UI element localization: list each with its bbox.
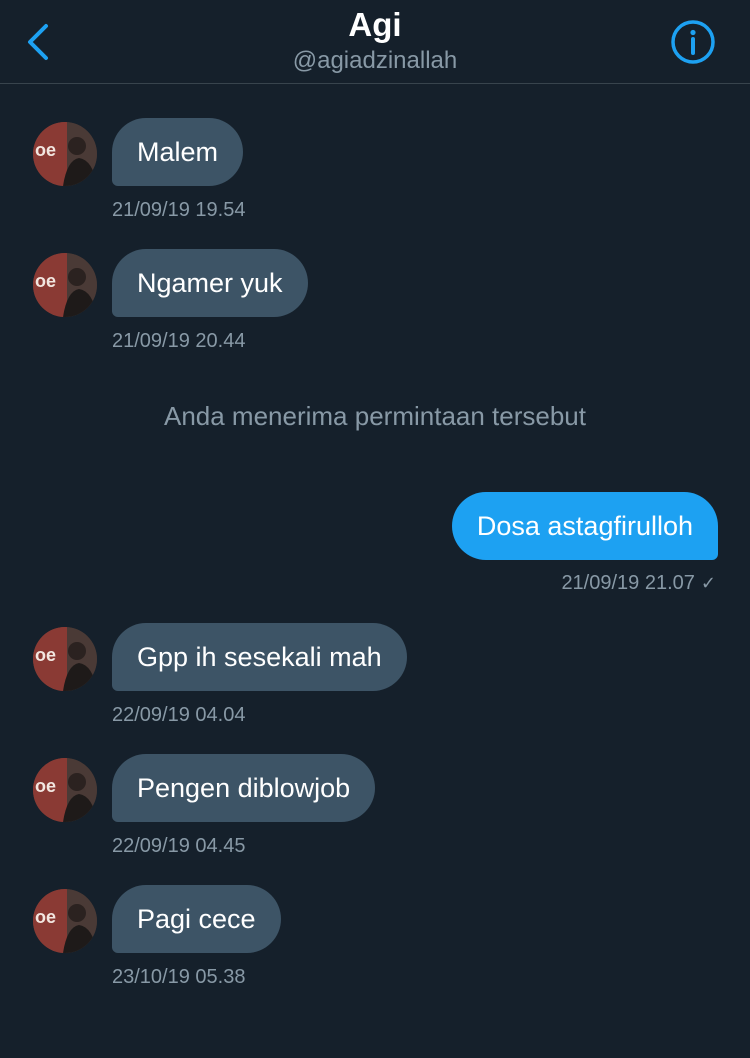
checkmark-icon: ✓ [700,573,716,593]
avatar[interactable]: oe [33,253,97,317]
avatar-photo: oe [33,889,97,953]
avatar[interactable]: oe [33,889,97,953]
svg-text:oe: oe [35,645,56,665]
info-icon [671,20,715,64]
incoming-message-bubble[interactable]: Ngamer yuk [112,249,308,317]
avatar-photo: oe [33,122,97,186]
incoming-message-bubble[interactable]: Pagi cece [112,885,281,953]
request-accepted-notice: Anda menerima permintaan tersebut [163,401,586,431]
avatar[interactable]: oe [33,627,97,691]
message-timestamp-row: 21/09/19 21.07 ✓ [561,571,716,595]
conversation-header: Agi @agiadzinallah [0,0,750,84]
svg-text:oe: oe [35,907,56,927]
avatar[interactable]: oe [33,758,97,822]
svg-text:oe: oe [35,776,56,796]
info-button[interactable] [669,18,717,66]
svg-text:oe: oe [35,140,56,160]
message-timestamp: 21/09/19 21.07 [561,572,695,594]
message-timestamp: 22/09/19 04.04 [112,704,246,726]
incoming-message-bubble[interactable]: Pengen diblowjob [112,754,376,822]
avatar[interactable]: oe [33,122,97,186]
conversation-title[interactable]: Agi [0,6,750,44]
message-timestamp: 21/09/19 20.44 [112,330,246,352]
avatar-photo: oe [33,758,97,822]
avatar-photo: oe [33,253,97,317]
message-timestamp: 23/10/19 05.38 [112,966,246,988]
outgoing-message-bubble[interactable]: Dosa astagfirulloh [451,492,718,560]
incoming-message-bubble[interactable]: Gpp ih sesekali mah [112,623,407,691]
svg-text:oe: oe [35,271,56,291]
incoming-message-bubble[interactable]: Malem [112,118,244,186]
message-timestamp: 21/09/19 19.54 [112,199,246,221]
avatar-photo: oe [33,627,97,691]
conversation-handle[interactable]: @agiadzinallah [0,47,750,75]
message-timestamp: 22/09/19 04.45 [112,835,246,857]
